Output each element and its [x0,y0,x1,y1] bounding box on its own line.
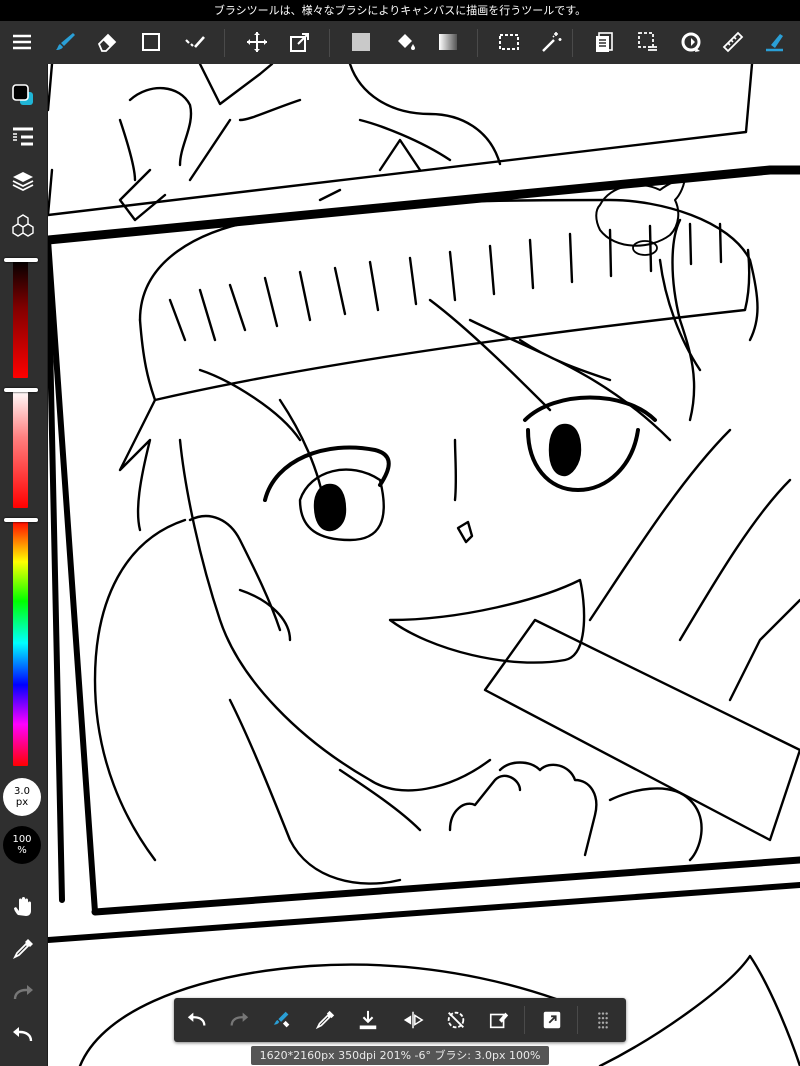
toolbar-divider [224,29,225,57]
bottom-toolbar [174,998,626,1042]
brush-eraser-swap-icon[interactable] [265,1003,299,1037]
fullscreen-icon[interactable] [535,1003,569,1037]
color-saturation-slider[interactable] [13,390,28,508]
status-text: 1620*2160px 350dpi 201% -6° ブラシ: 3.0px 1… [259,1049,541,1062]
tooltip-bar: ブラシツールは、様々なブラシによりキャンバスに描画を行うツールです。 [0,0,800,21]
saturation-slider-handle[interactable] [4,388,38,392]
eyedropper-icon[interactable] [308,1003,342,1037]
save-icon[interactable] [351,1003,385,1037]
color-swatch-icon[interactable] [6,78,40,112]
rotate-icon[interactable] [674,25,708,59]
shape-tool-icon[interactable] [134,25,168,59]
brush-size-badge[interactable]: 3.0 px [3,778,41,816]
undo-icon[interactable] [180,1003,214,1037]
color-value-slider[interactable] [13,260,28,378]
transform-tool-icon[interactable] [283,25,317,59]
top-toolbar [0,21,800,65]
hue-slider[interactable] [13,520,28,766]
select-pen-icon[interactable] [178,25,212,59]
undo-icon[interactable] [6,1018,40,1052]
bucket-tool-icon[interactable] [388,25,422,59]
move-tool-icon[interactable] [240,25,274,59]
more-grid-icon[interactable] [586,1003,620,1037]
toolbar-divider [329,29,330,57]
clear-layer-icon[interactable] [482,1003,516,1037]
manga-artwork [48,64,800,1066]
snap-pen-icon[interactable] [758,25,792,59]
left-panel: 3.0 px 100 % [0,64,48,1066]
select-rect-icon[interactable] [492,25,526,59]
toolbar-divider [477,29,478,57]
opacity-unit: % [17,845,27,856]
brush-tool-icon[interactable] [49,25,83,59]
drawing-canvas[interactable] [48,64,800,1066]
ruler-icon[interactable] [716,25,750,59]
redo-icon[interactable] [6,976,40,1010]
toolbar-divider [572,29,573,57]
redo-icon[interactable] [222,1003,256,1037]
brush-size-unit: px [15,797,29,808]
pages-icon[interactable] [587,25,621,59]
flip-icon[interactable] [396,1003,430,1037]
tooltip-text: ブラシツールは、様々なブラシによりキャンバスに描画を行うツールです。 [213,4,587,17]
select-area-icon[interactable] [631,25,665,59]
toolbar-divider [524,1006,525,1034]
materials-icon[interactable] [6,208,40,242]
hue-slider-handle[interactable] [4,518,38,522]
layer-list-icon[interactable] [6,120,40,154]
toolbar-divider [577,1006,578,1034]
brush-size-value: 3.0 [14,786,30,797]
value-slider-handle[interactable] [4,258,38,262]
fill-color-icon[interactable] [344,25,378,59]
rotate-reset-icon[interactable] [439,1003,473,1037]
gradient-tool-icon[interactable] [431,25,465,59]
status-bar: 1620*2160px 350dpi 201% -6° ブラシ: 3.0px 1… [251,1046,549,1065]
magic-wand-icon[interactable] [534,25,568,59]
layers-icon[interactable] [6,164,40,198]
opacity-badge[interactable]: 100 % [3,826,41,864]
eraser-tool-icon[interactable] [90,25,124,59]
opacity-value: 100 [12,834,32,845]
hand-tool-icon[interactable] [6,890,40,924]
eyedropper-icon[interactable] [6,932,40,966]
menu-icon[interactable] [5,25,39,59]
